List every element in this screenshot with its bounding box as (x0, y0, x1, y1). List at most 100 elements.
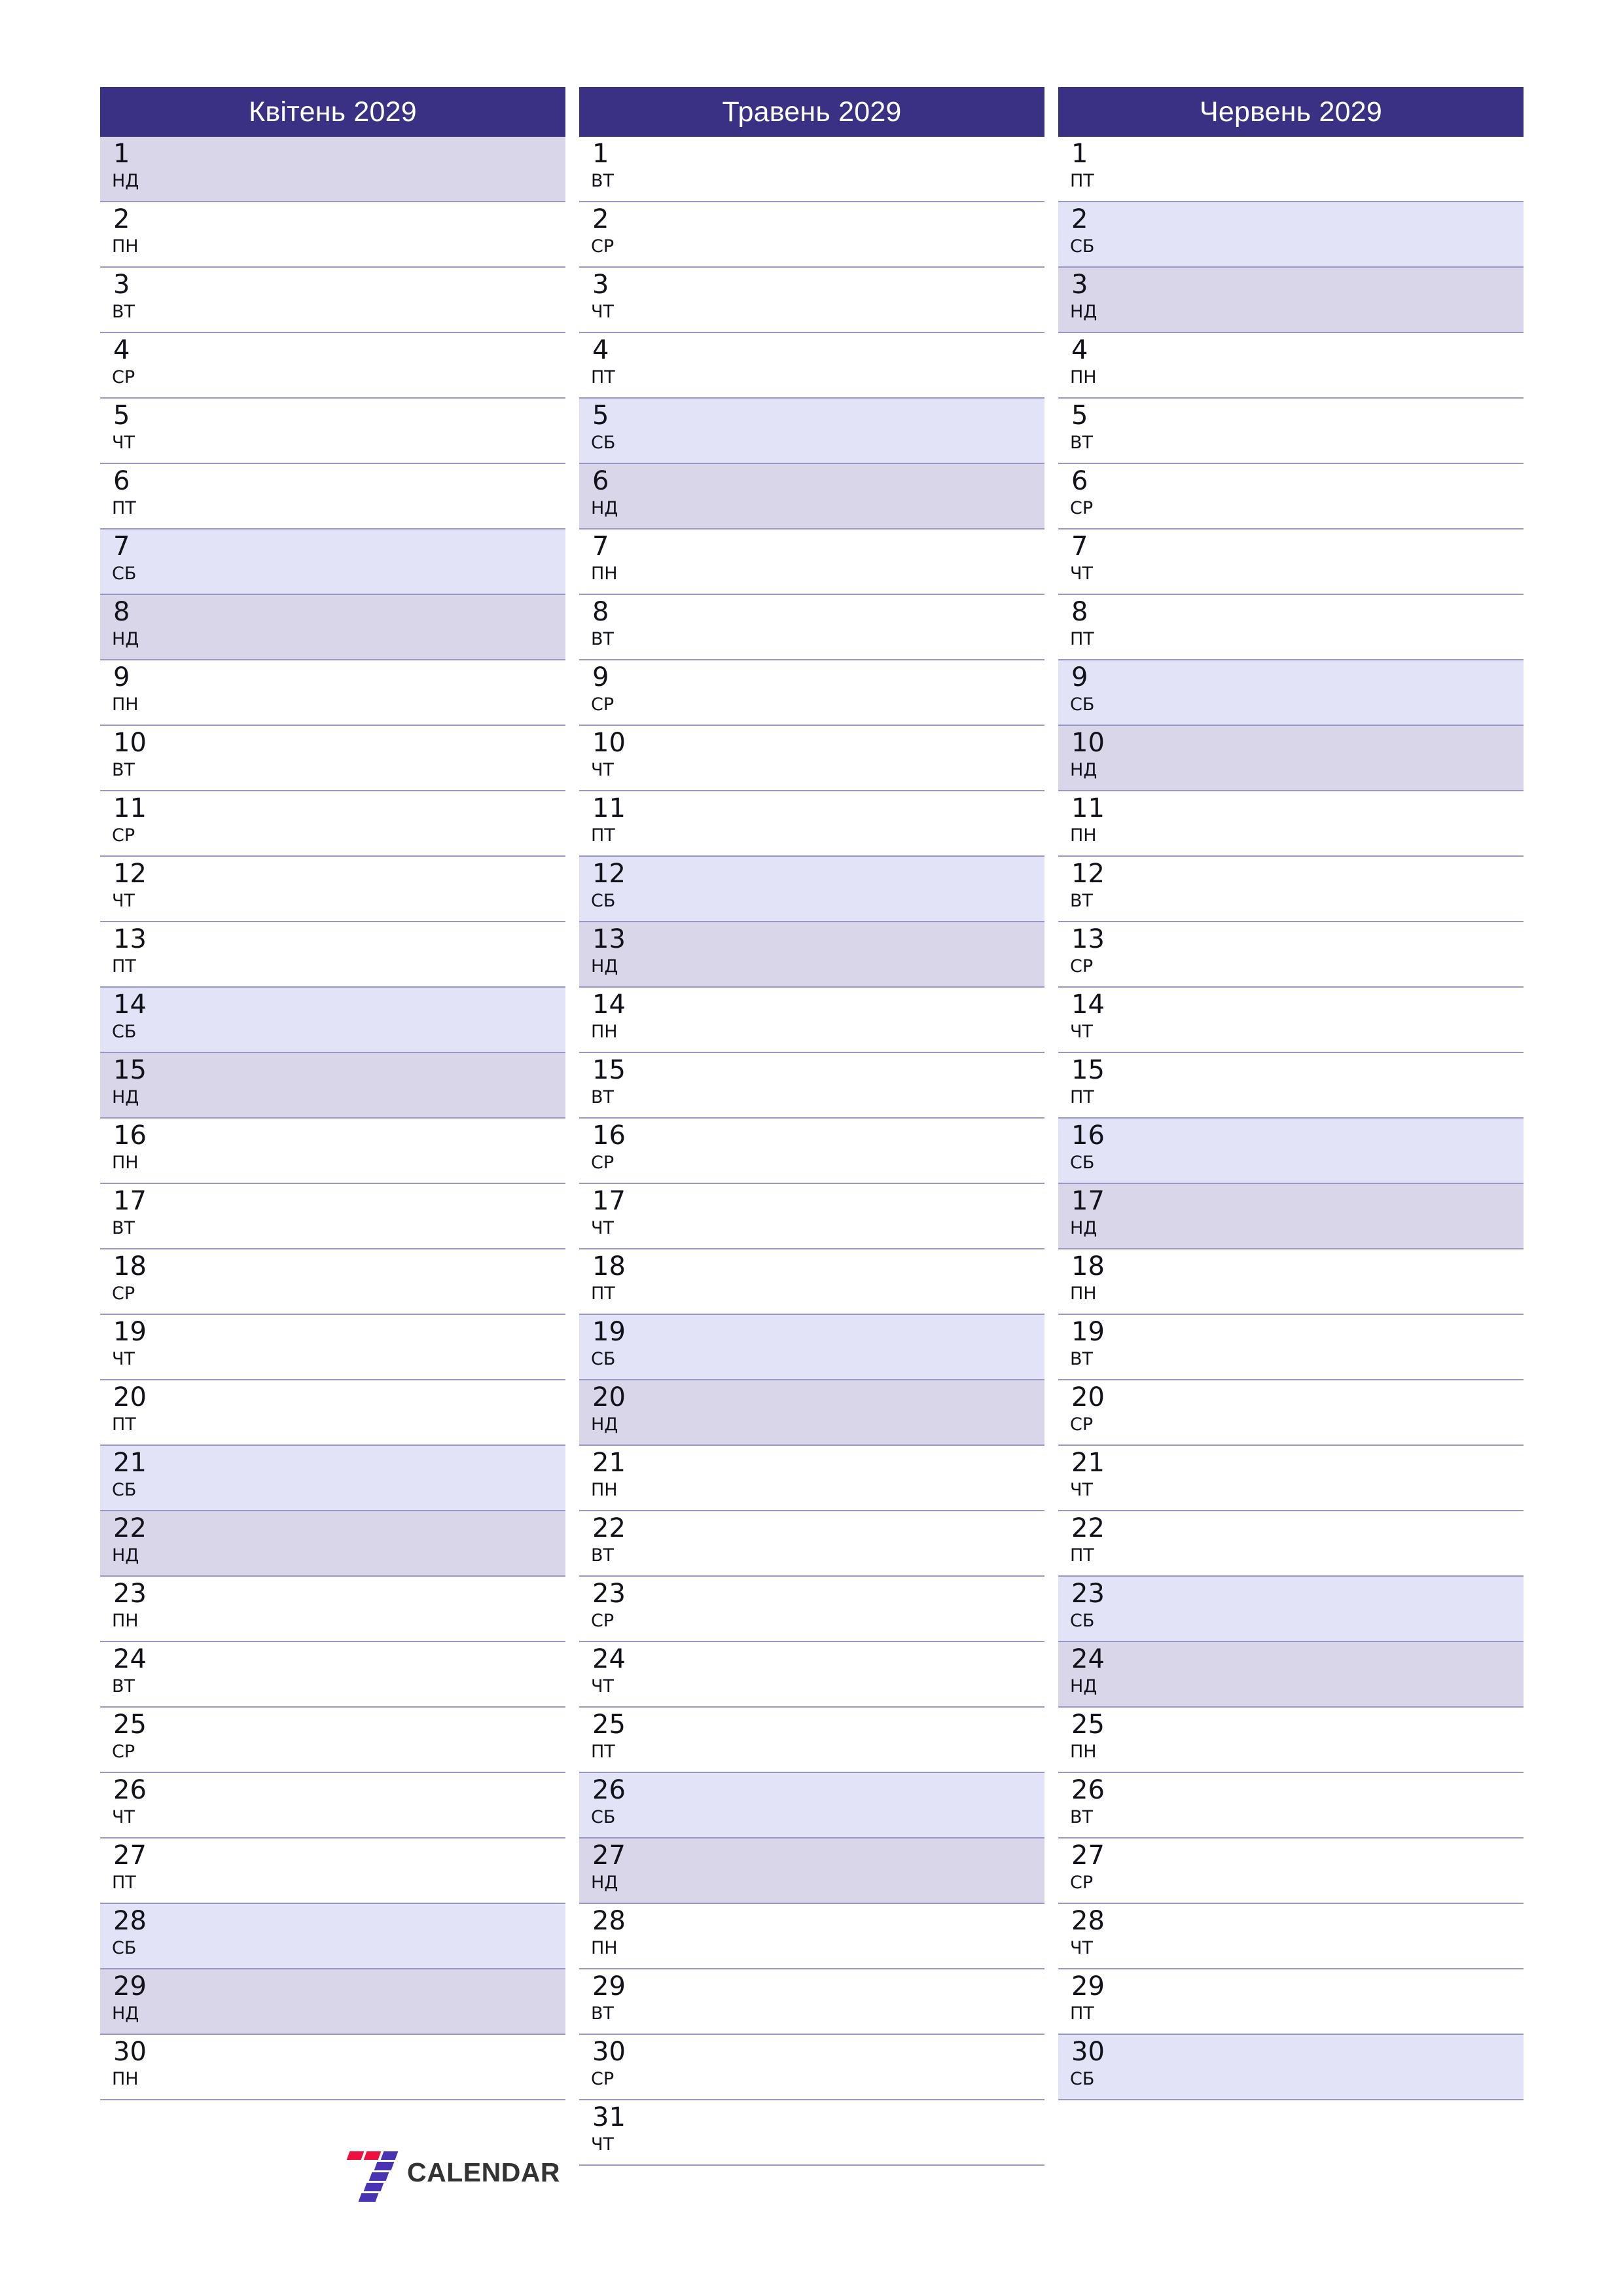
day-row[interactable]: 11 ПТ (579, 791, 1044, 857)
day-row[interactable]: 3 НД (1058, 268, 1524, 333)
day-number: 12 (113, 859, 147, 889)
day-row[interactable]: 8 ПТ (1058, 595, 1524, 660)
day-row[interactable]: 5 ВТ (1058, 399, 1524, 464)
day-row[interactable]: 2 ПН (100, 202, 565, 268)
day-weekday: ВТ (112, 760, 135, 780)
day-row[interactable]: 26 СБ (579, 1773, 1044, 1839)
day-row[interactable]: 9 СБ (1058, 660, 1524, 726)
day-row[interactable]: 24 НД (1058, 1642, 1524, 1708)
day-row[interactable]: 16 СБ (1058, 1119, 1524, 1184)
day-number: 28 (1071, 1906, 1105, 1936)
day-row[interactable]: 23 ПН (100, 1577, 565, 1642)
day-row[interactable]: 17 НД (1058, 1184, 1524, 1249)
day-row[interactable]: 30 ПН (100, 2035, 565, 2100)
day-row[interactable]: 15 ВТ (579, 1053, 1044, 1119)
day-row[interactable]: 4 ПТ (579, 333, 1044, 399)
day-row[interactable]: 4 ПН (1058, 333, 1524, 399)
day-row[interactable]: 12 ЧТ (100, 857, 565, 922)
calendar-logo[interactable]: CALENDAR (346, 2149, 560, 2202)
day-row[interactable]: 4 СР (100, 333, 565, 399)
day-row[interactable]: 27 ПТ (100, 1839, 565, 1904)
day-row[interactable]: 21 ПН (579, 1446, 1044, 1511)
day-row[interactable]: 6 СР (1058, 464, 1524, 529)
day-weekday: ПТ (591, 367, 615, 387)
day-row[interactable]: 8 ВТ (579, 595, 1044, 660)
day-row[interactable]: 20 СР (1058, 1380, 1524, 1446)
day-row[interactable]: 23 СР (579, 1577, 1044, 1642)
day-row[interactable]: 14 ЧТ (1058, 988, 1524, 1053)
day-row[interactable]: 28 ПН (579, 1904, 1044, 1969)
day-row[interactable]: 21 ЧТ (1058, 1446, 1524, 1511)
day-row[interactable]: 10 НД (1058, 726, 1524, 791)
day-row[interactable]: 31 ЧТ (579, 2100, 1044, 2166)
day-row[interactable]: 15 НД (100, 1053, 565, 1119)
day-row[interactable]: 13 НД (579, 922, 1044, 988)
day-row[interactable]: 10 ВТ (100, 726, 565, 791)
day-row[interactable]: 16 ПН (100, 1119, 565, 1184)
day-row[interactable]: 25 ПТ (579, 1708, 1044, 1773)
day-row[interactable]: 13 СР (1058, 922, 1524, 988)
day-row[interactable]: 16 СР (579, 1119, 1044, 1184)
day-row[interactable]: 14 ПН (579, 988, 1044, 1053)
day-row[interactable]: 30 СР (579, 2035, 1044, 2100)
day-row[interactable]: 19 ВТ (1058, 1315, 1524, 1380)
day-row[interactable]: 20 ПТ (100, 1380, 565, 1446)
day-row[interactable]: 29 ВТ (579, 1969, 1044, 2035)
day-row[interactable]: 24 ЧТ (579, 1642, 1044, 1708)
day-row[interactable]: 22 ВТ (579, 1511, 1044, 1577)
day-row[interactable]: 27 НД (579, 1839, 1044, 1904)
day-row[interactable]: 1 ПТ (1058, 137, 1524, 202)
day-row[interactable]: 9 ПН (100, 660, 565, 726)
day-row[interactable]: 11 СР (100, 791, 565, 857)
day-number: 8 (592, 597, 609, 627)
day-row[interactable]: 28 ЧТ (1058, 1904, 1524, 1969)
day-row[interactable]: 30 СБ (1058, 2035, 1524, 2100)
day-row[interactable]: 5 ЧТ (100, 399, 565, 464)
day-number: 14 (113, 990, 147, 1020)
day-row[interactable]: 25 СР (100, 1708, 565, 1773)
day-row[interactable]: 18 СР (100, 1249, 565, 1315)
day-row[interactable]: 18 ПН (1058, 1249, 1524, 1315)
day-row[interactable]: 11 ПН (1058, 791, 1524, 857)
day-row[interactable]: 13 ПТ (100, 922, 565, 988)
day-row[interactable]: 2 СР (579, 202, 1044, 268)
day-row[interactable]: 14 СБ (100, 988, 565, 1053)
day-row[interactable]: 21 СБ (100, 1446, 565, 1511)
day-row[interactable]: 25 ПН (1058, 1708, 1524, 1773)
day-weekday: ПТ (591, 1742, 615, 1762)
day-row[interactable]: 10 ЧТ (579, 726, 1044, 791)
day-row[interactable]: 18 ПТ (579, 1249, 1044, 1315)
day-row[interactable]: 26 ВТ (1058, 1773, 1524, 1839)
day-row[interactable]: 7 ПН (579, 529, 1044, 595)
day-row[interactable]: 6 НД (579, 464, 1044, 529)
day-row[interactable]: 27 СР (1058, 1839, 1524, 1904)
day-row[interactable]: 6 ПТ (100, 464, 565, 529)
day-number: 5 (1071, 401, 1088, 431)
day-row[interactable]: 3 ЧТ (579, 268, 1044, 333)
day-row[interactable]: 12 ВТ (1058, 857, 1524, 922)
day-row[interactable]: 29 НД (100, 1969, 565, 2035)
day-row[interactable]: 20 НД (579, 1380, 1044, 1446)
day-row[interactable]: 19 СБ (579, 1315, 1044, 1380)
day-row[interactable]: 29 ПТ (1058, 1969, 1524, 2035)
day-row[interactable]: 19 ЧТ (100, 1315, 565, 1380)
day-row[interactable]: 1 ВТ (579, 137, 1044, 202)
day-row[interactable]: 23 СБ (1058, 1577, 1524, 1642)
day-row[interactable]: 17 ВТ (100, 1184, 565, 1249)
day-row[interactable]: 17 ЧТ (579, 1184, 1044, 1249)
day-row[interactable]: 22 НД (100, 1511, 565, 1577)
day-row[interactable]: 1 НД (100, 137, 565, 202)
day-row[interactable]: 3 ВТ (100, 268, 565, 333)
day-row[interactable]: 7 СБ (100, 529, 565, 595)
day-row[interactable]: 22 ПТ (1058, 1511, 1524, 1577)
day-row[interactable]: 26 ЧТ (100, 1773, 565, 1839)
day-row[interactable]: 15 ПТ (1058, 1053, 1524, 1119)
day-row[interactable]: 9 СР (579, 660, 1044, 726)
day-row[interactable]: 8 НД (100, 595, 565, 660)
day-row[interactable]: 5 СБ (579, 399, 1044, 464)
day-row[interactable]: 28 СБ (100, 1904, 565, 1969)
day-row[interactable]: 12 СБ (579, 857, 1044, 922)
day-row[interactable]: 2 СБ (1058, 202, 1524, 268)
day-row[interactable]: 24 ВТ (100, 1642, 565, 1708)
day-row[interactable]: 7 ЧТ (1058, 529, 1524, 595)
